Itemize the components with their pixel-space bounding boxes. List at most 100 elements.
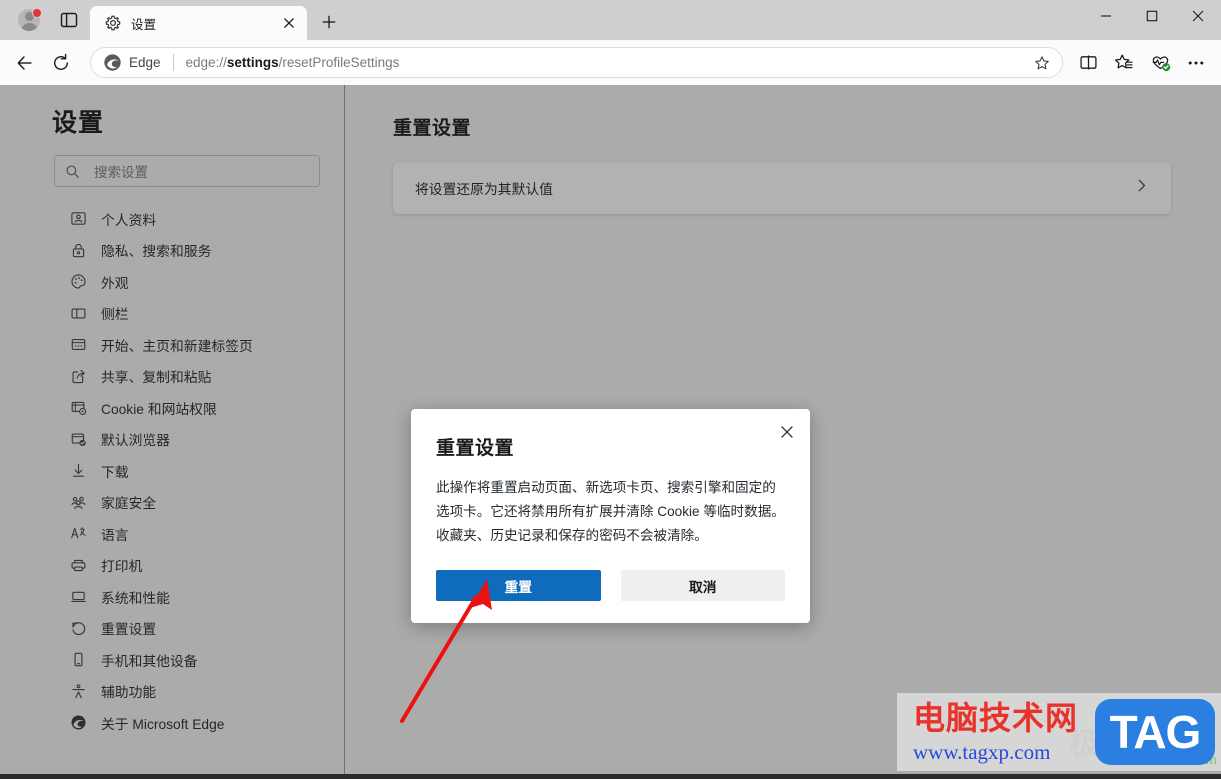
maximize-icon [1146, 10, 1158, 22]
browser-essentials-icon [1150, 52, 1171, 73]
sidebar-item-reset-settings[interactable]: 重置设置 [0, 613, 344, 645]
address-bar[interactable]: Edge edge://settings/resetProfileSetting… [90, 47, 1063, 78]
search-settings-input[interactable]: 搜索设置 [54, 155, 320, 187]
settings-heading: 设置 [52, 103, 344, 139]
settings-page: 设置 搜索设置 个人资料 [0, 85, 1221, 779]
share-icon [68, 366, 88, 386]
close-icon [283, 17, 295, 29]
accessibility-icon [68, 681, 88, 701]
lock-icon [68, 240, 88, 260]
sidebar-item-label: 开始、主页和新建标签页 [101, 335, 253, 355]
edge-logo-icon [103, 53, 122, 72]
printer-icon [68, 555, 88, 575]
close-icon [1192, 10, 1204, 22]
watermark-tag-badge: TAG [1095, 699, 1215, 765]
sidebar-item-label: 辅助功能 [101, 681, 156, 701]
sidebar-item-cookies-site-permissions[interactable]: Cookie 和网站权限 [0, 392, 344, 424]
restore-defaults-label: 将设置还原为其默认值 [415, 178, 553, 198]
search-icon [65, 164, 80, 179]
sidebar-item-appearance[interactable]: 外观 [0, 266, 344, 298]
url-suffix: /resetProfileSettings [279, 55, 400, 70]
watermark-site-url: www.tagxp.com [913, 742, 1078, 763]
sidebar-panel-icon [68, 303, 88, 323]
sidebar-item-label: 默认浏览器 [101, 429, 170, 449]
browser-tab[interactable]: 设置 [90, 6, 307, 40]
sidebar-item-phone-other-devices[interactable]: 手机和其他设备 [0, 644, 344, 676]
edge-logo-icon [68, 713, 88, 733]
sidebar-item-label: 隐私、搜索和服务 [101, 240, 211, 260]
browser-window: 设置 [0, 0, 1221, 779]
sidebar-item-family-safety[interactable]: 家庭安全 [0, 487, 344, 519]
refresh-button[interactable] [44, 46, 78, 80]
window-minimize-button[interactable] [1083, 0, 1129, 32]
settings-sidebar: 设置 搜索设置 个人资料 [0, 85, 345, 779]
sidebar-item-profiles[interactable]: 个人资料 [0, 203, 344, 235]
sidebar-item-system-performance[interactable]: 系统和性能 [0, 581, 344, 613]
sidebar-item-sidebar[interactable]: 侧栏 [0, 298, 344, 330]
default-browser-icon [68, 429, 88, 449]
dialog-body-text: 此操作将重置启动页面、新选项卡页、搜索引擎和固定的选项卡。它还将禁用所有扩展并清… [436, 476, 785, 548]
settings-nav-list: 个人资料 隐私、搜索和服务 [0, 203, 344, 739]
omnibox-brand: Edge [103, 53, 161, 72]
sidebar-item-privacy-search-services[interactable]: 隐私、搜索和服务 [0, 235, 344, 267]
search-settings-placeholder: 搜索设置 [94, 161, 148, 181]
watermark: 电脑技术网 www.tagxp.com 极光 TAG www.xz7.com [897, 693, 1221, 771]
sidebar-item-label: 侧栏 [101, 303, 129, 323]
watermark-site-name: 电脑技术网 [913, 702, 1078, 734]
sidebar-item-share-copy-paste[interactable]: 共享、复制和粘贴 [0, 361, 344, 393]
url-prefix: edge:// [186, 55, 227, 70]
split-screen-icon [1079, 53, 1098, 72]
reset-confirm-button[interactable]: 重置 [436, 570, 601, 601]
dialog-close-button[interactable] [772, 417, 802, 447]
phone-devices-icon [68, 650, 88, 670]
favorites-button[interactable] [1107, 46, 1141, 80]
reset-settings-dialog: 重置设置 此操作将重置启动页面、新选项卡页、搜索引擎和固定的选项卡。它还将禁用所… [411, 409, 810, 623]
browser-essentials-button[interactable] [1143, 46, 1177, 80]
browser-settings-more-button[interactable] [1179, 46, 1213, 80]
minimize-icon [1100, 10, 1112, 22]
refresh-icon [51, 53, 71, 73]
home-start-icon [68, 335, 88, 355]
omnibox-brand-label: Edge [129, 55, 161, 70]
dialog-title: 重置设置 [436, 433, 785, 460]
sidebar-item-label: 下载 [101, 461, 129, 481]
back-button[interactable] [8, 46, 42, 80]
tab-close-button[interactable] [277, 11, 301, 35]
omnibox-url-text: edge://settings/resetProfileSettings [186, 55, 1028, 70]
window-maximize-button[interactable] [1129, 0, 1175, 32]
sidebar-item-downloads[interactable]: 下载 [0, 455, 344, 487]
reset-icon [68, 618, 88, 638]
family-safety-icon [68, 492, 88, 512]
new-tab-button[interactable] [313, 7, 345, 37]
restore-defaults-row[interactable]: 将设置还原为其默认值 [393, 162, 1171, 214]
sidebar-item-label: 家庭安全 [101, 492, 156, 512]
language-icon [68, 524, 88, 544]
sidebar-item-accessibility[interactable]: 辅助功能 [0, 676, 344, 708]
bottom-edge-strip [0, 774, 1221, 779]
split-screen-button[interactable] [1071, 46, 1105, 80]
add-favorite-button[interactable] [1028, 49, 1056, 77]
sidebar-item-about-microsoft-edge[interactable]: 关于 Microsoft Edge [0, 707, 344, 739]
cancel-button[interactable]: 取消 [621, 570, 786, 601]
sidebar-item-languages[interactable]: 语言 [0, 518, 344, 550]
system-performance-icon [68, 587, 88, 607]
browser-toolbar: Edge edge://settings/resetProfileSetting… [0, 40, 1221, 85]
sidebar-item-start-home-newtab[interactable]: 开始、主页和新建标签页 [0, 329, 344, 361]
tab-strip: 设置 [0, 0, 1221, 40]
sidebar-item-label: 系统和性能 [101, 587, 170, 607]
palette-icon [68, 272, 88, 292]
sidebar-item-printers[interactable]: 打印机 [0, 550, 344, 582]
tab-title: 设置 [131, 14, 277, 33]
sidebar-item-label: 打印机 [101, 555, 142, 575]
star-icon [1034, 55, 1050, 71]
favorites-star-icon [1114, 53, 1134, 73]
tab-actions-menu-button[interactable] [52, 5, 86, 35]
dialog-action-buttons: 重置 取消 [436, 570, 785, 601]
omnibox-separator [173, 54, 174, 71]
tab-actions-menu-icon [60, 11, 78, 29]
sidebar-item-label: 关于 Microsoft Edge [101, 713, 224, 733]
profile-button[interactable] [10, 5, 48, 35]
sidebar-item-label: 语言 [101, 524, 129, 544]
window-close-button[interactable] [1175, 0, 1221, 32]
sidebar-item-default-browser[interactable]: 默认浏览器 [0, 424, 344, 456]
